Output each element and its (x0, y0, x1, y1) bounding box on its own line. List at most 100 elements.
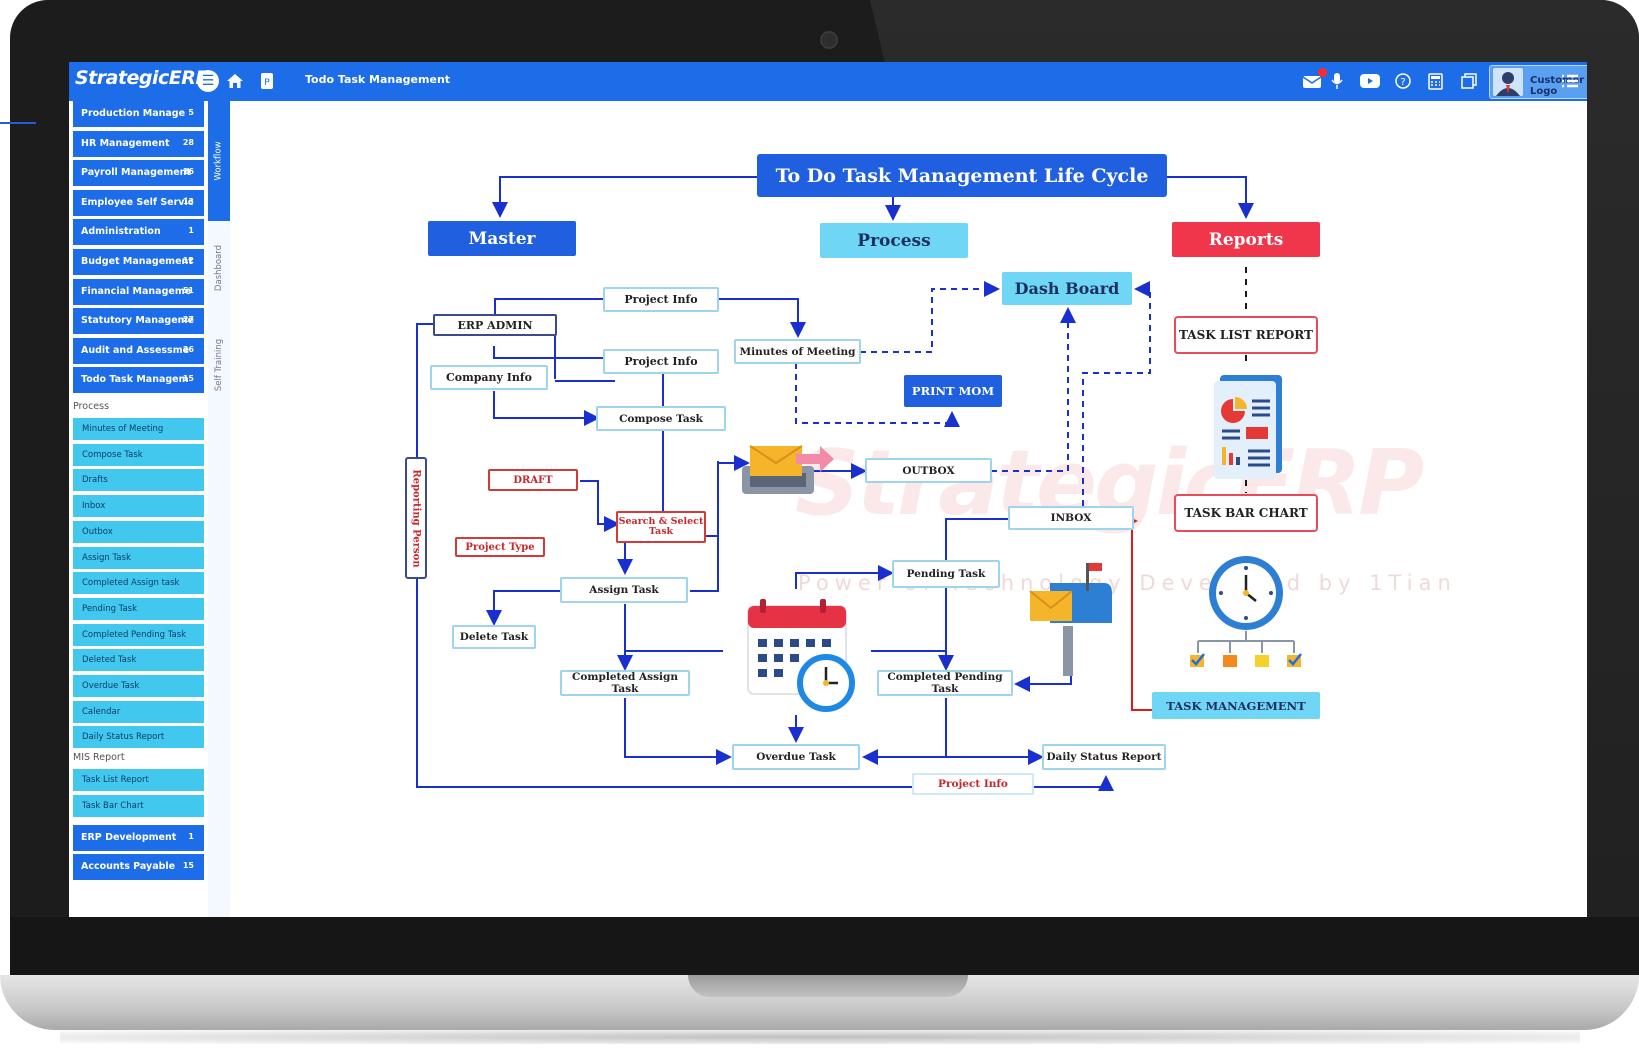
module-label: Todo Task Managem (81, 374, 189, 386)
module-count-badge: 15 (182, 374, 194, 384)
copy-icon[interactable] (1458, 70, 1480, 92)
svg-text:P: P (264, 78, 270, 88)
brand-logo[interactable]: StrategicERP (75, 67, 209, 89)
module-label: Financial Manageme (81, 285, 192, 297)
calendar-illustration (747, 599, 855, 712)
task-management-node: TASK MANAGEMENT (1152, 692, 1320, 719)
camera-icon (820, 31, 838, 49)
module-production-manage[interactable]: Production Manage 5 (73, 101, 204, 127)
calculator-icon[interactable] (1424, 70, 1446, 92)
submenu-deleted-task[interactable]: Deleted Task (73, 649, 204, 672)
reporting-person-label: Reporting Person (410, 468, 422, 568)
menu-circle-icon[interactable]: ☰ (197, 70, 219, 92)
module-label: Statutory Manageme (81, 315, 194, 327)
module-todo-task-managem[interactable]: Todo Task Managem 15 (73, 367, 204, 394)
mailbox-illustration (1029, 563, 1112, 676)
module-count-badge: 16 (182, 167, 194, 177)
print-mom-node: PRINT MOM (904, 375, 1002, 407)
youtube-icon[interactable] (1359, 70, 1381, 92)
submenu-task-list-report[interactable]: Task List Report (73, 769, 204, 792)
draft-node: DRAFT (488, 469, 578, 491)
reports-header: Reports (1172, 222, 1320, 257)
task-list-report-node: TASK LIST REPORT (1174, 316, 1318, 354)
page-title: Todo Task Management (305, 73, 451, 86)
module-budget-management[interactable]: Budget Management 12 (73, 249, 204, 275)
submenu-task-bar-chart[interactable]: Task Bar Chart (73, 794, 204, 817)
module-count-badge: 1 (188, 831, 194, 841)
submenu-pending-task[interactable]: Pending Task (73, 597, 204, 620)
module-payroll-management[interactable]: Payroll Management 16 (73, 160, 204, 187)
module-financial-manageme[interactable]: Financial Manageme 51 (73, 278, 204, 305)
company-info-node: Company Info (430, 365, 548, 390)
module-count-badge: 27 (182, 315, 194, 325)
pending-task-node: Pending Task (892, 560, 1000, 588)
app-screen: StrategicERP ☰ P Todo Task Management ? (69, 62, 1587, 917)
svg-text:?: ? (1400, 77, 1405, 88)
top-bar: StrategicERP ☰ P Todo Task Management ? (69, 62, 1587, 101)
project-info-node-2: Project Info (603, 349, 719, 374)
completed-pending-task-node: Completed Pending Task (877, 670, 1013, 696)
diagram-canvas: StrategicERP Power of Technology Develop… (230, 101, 1587, 917)
submenu-daily-status-report[interactable]: Daily Status Report (73, 726, 204, 749)
module-count-badge: 28 (182, 137, 194, 147)
module-label: Accounts Payable (81, 861, 176, 873)
tab-self-training[interactable]: Self Training (208, 315, 230, 415)
home-icon[interactable] (224, 70, 246, 92)
laptop-shadow (60, 1030, 1580, 1044)
module-employee-self-servic[interactable]: Employee Self Servic 13 (73, 189, 204, 216)
module-erp-development[interactable]: ERP Development 1 (73, 824, 204, 851)
vertical-tabs: Workflow Dashboard Self Training (208, 101, 230, 917)
tab-workflow[interactable]: Workflow (208, 101, 230, 221)
module-count-badge: 12 (182, 256, 194, 265)
module-label: Budget Management (81, 256, 193, 267)
submenu-overdue-task[interactable]: Overdue Task (73, 675, 204, 697)
module-hr-management[interactable]: HR Management 28 (73, 130, 204, 157)
submenu-minutes-of-meeting[interactable]: Minutes of Meeting (73, 418, 204, 440)
submenu-drafts[interactable]: Drafts (73, 469, 204, 492)
inbox-node: INBOX (1008, 506, 1134, 530)
module-administration[interactable]: Administration 1 (73, 219, 204, 246)
laptop-bezel (10, 917, 1639, 977)
avatar (1493, 68, 1523, 96)
overdue-task-node: Overdue Task (732, 744, 860, 770)
lifecycle-title: To Do Task Management Life Cycle (757, 154, 1167, 197)
submenu-compose-task[interactable]: Compose Task (73, 443, 204, 466)
submenu-completed-pending-task[interactable]: Completed Pending Task (73, 623, 204, 646)
erp-admin-node: ERP ADMIN (433, 314, 557, 336)
tab-self-training-label: Self Training (214, 338, 225, 392)
reporting-person-node: Reporting Person (405, 457, 427, 579)
laptop-notch (688, 975, 968, 997)
tab-dashboard[interactable]: Dashboard (208, 223, 230, 313)
daily-status-report-node: Daily Status Report (1042, 744, 1166, 770)
module-accounts-payable[interactable]: Accounts Payable 15 (73, 854, 204, 881)
module-label: Audit and Assessme (81, 344, 190, 356)
module-label: Administration (81, 226, 161, 238)
submenu-outbox[interactable]: Outbox (73, 520, 204, 543)
report-document-illustration (1214, 375, 1282, 479)
pin-icon[interactable]: P (256, 70, 278, 92)
module-count-badge: 5 (188, 108, 194, 117)
submenu-calendar[interactable]: Calendar (73, 700, 204, 723)
submenu-assign-task[interactable]: Assign Task (73, 546, 204, 569)
module-label: ERP Development (81, 831, 177, 843)
sidebar: Production Manage 5 HR Management 28 Payroll… (69, 101, 211, 917)
module-audit-and-assessme[interactable]: Audit and Assessme 26 (73, 337, 204, 364)
completed-assign-task-node: Completed Assign Task (560, 670, 690, 696)
module-label: Employee Self Servic (81, 196, 194, 208)
section-process-label: Process (73, 401, 110, 412)
submenu-completed-assign-task[interactable]: Completed Assign task (73, 572, 204, 595)
master-header: Master (428, 221, 576, 256)
module-statutory-manageme[interactable]: Statutory Manageme 27 (73, 308, 204, 335)
submenu-inbox[interactable]: Inbox (73, 495, 204, 518)
project-type-node: Project Type (455, 537, 545, 557)
task-bar-chart-node: TASK BAR CHART (1174, 494, 1318, 532)
minutes-of-meeting-node: Minutes of Meeting (734, 339, 861, 364)
tab-dashboard-label: Dashboard (214, 244, 224, 292)
outbox-illustration (742, 445, 834, 494)
list-menu-icon[interactable] (1559, 70, 1581, 92)
module-count-badge: 1 (188, 226, 194, 236)
module-count-badge: 13 (182, 196, 194, 206)
module-label: Payroll Management (81, 167, 191, 179)
help-icon[interactable]: ? (1392, 70, 1414, 92)
mic-icon[interactable] (1326, 70, 1348, 92)
